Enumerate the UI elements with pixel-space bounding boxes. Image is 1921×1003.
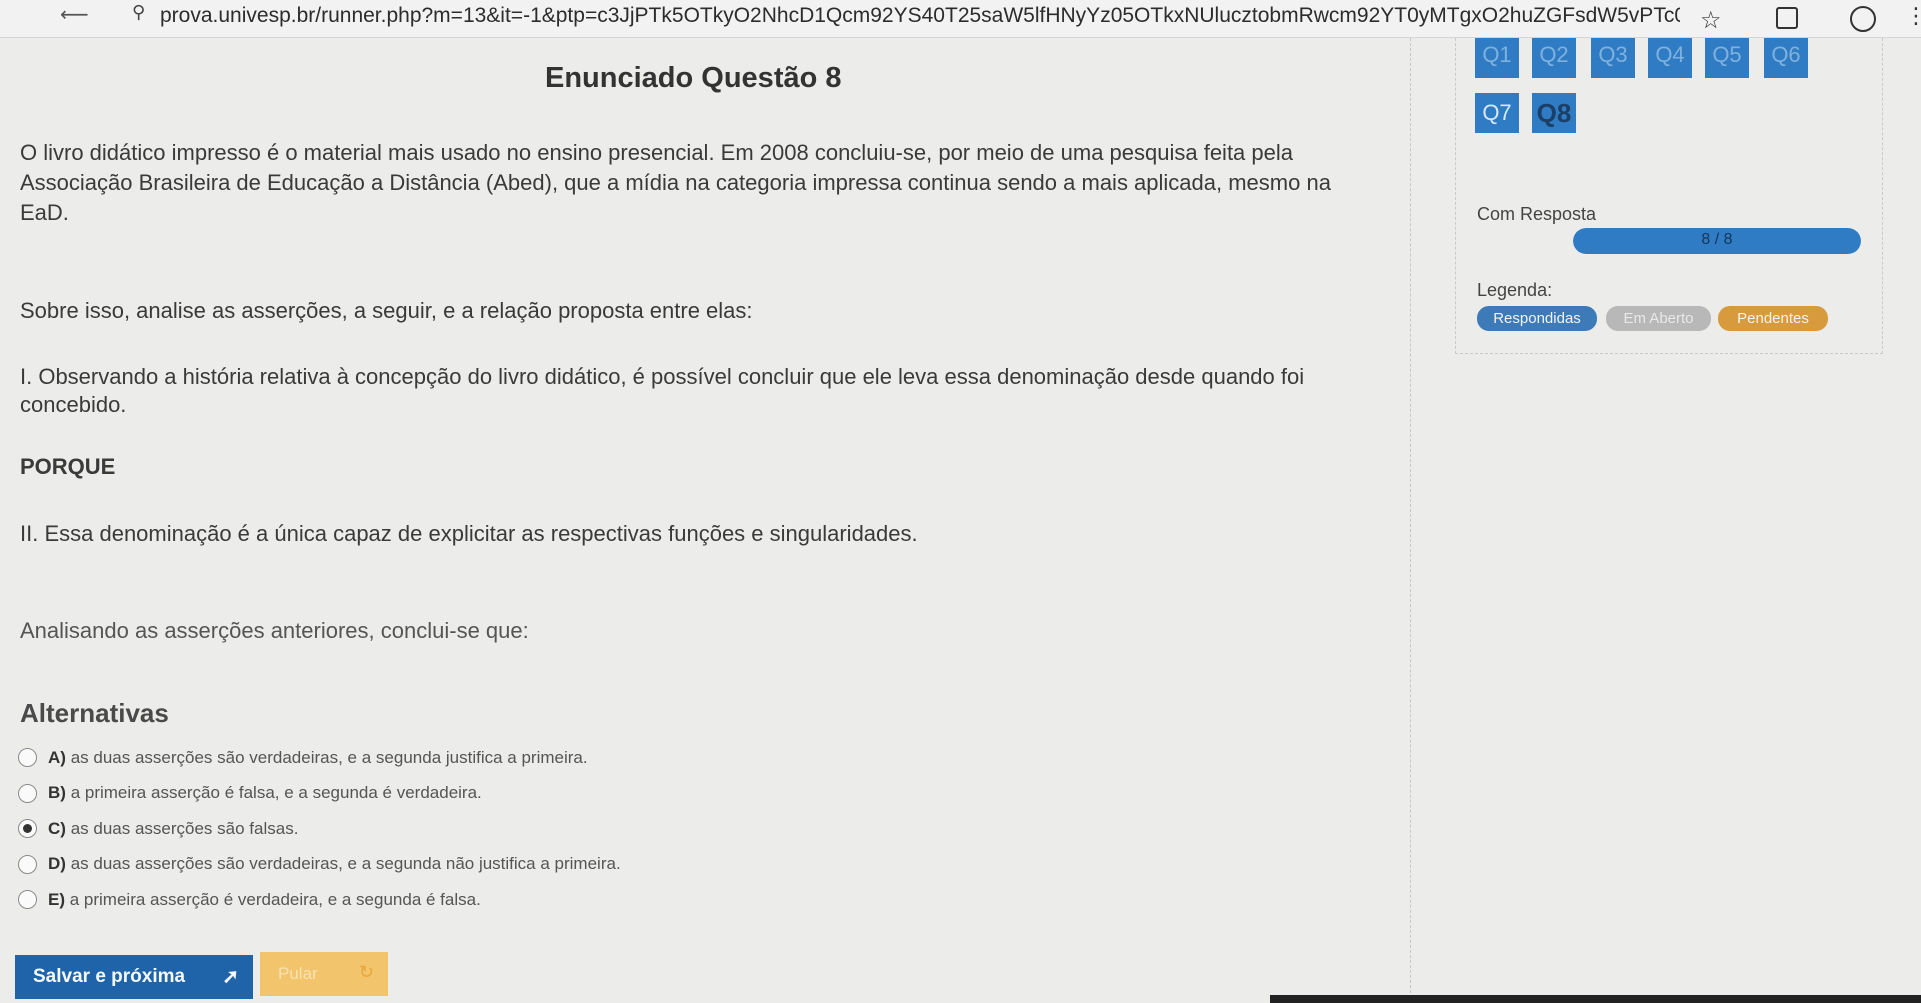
- nav-q6[interactable]: Q6: [1764, 38, 1808, 78]
- alternative-letter: A): [48, 747, 66, 767]
- legend-open-badge: Em Aberto: [1606, 306, 1711, 331]
- alternative-text: as duas asserções são falsas.: [70, 818, 299, 838]
- nav-q8-current[interactable]: Q8: [1532, 93, 1576, 133]
- alternative-c[interactable]: C) as duas asserções são falsas.: [18, 811, 621, 847]
- alternative-letter: D): [48, 854, 66, 874]
- nav-q5[interactable]: Q5: [1705, 38, 1749, 78]
- answered-progress-bar: 8 / 8: [1573, 228, 1861, 254]
- question-nav-panel: Q1 Q2 Q3 Q4 Q5 Q6 Q7 Q8 Com Resposta 8 /…: [1455, 38, 1883, 354]
- save-next-button[interactable]: Salvar e próxima ➚: [15, 955, 253, 999]
- nav-q1[interactable]: Q1: [1475, 38, 1519, 78]
- assertion-two: II. Essa denominação é a única capaz de …: [20, 521, 918, 546]
- legend-pending-badge: Pendentes: [1718, 306, 1828, 331]
- nav-q3[interactable]: Q3: [1591, 38, 1635, 78]
- answered-label: Com Resposta: [1477, 204, 1597, 224]
- alternatives-list: A) as duas asserções são verdadeiras, e …: [18, 740, 621, 918]
- nav-q2[interactable]: Q2: [1532, 38, 1576, 78]
- radio-a[interactable]: [18, 748, 37, 768]
- radio-d[interactable]: [18, 854, 37, 874]
- browser-menu-icon[interactable]: ⋮: [1905, 4, 1921, 29]
- question-title: Enunciado Questão 8: [545, 62, 842, 94]
- legend-label: Legenda:: [1477, 280, 1553, 300]
- alternative-letter: C): [48, 818, 66, 838]
- alternative-b[interactable]: B) a primeira asserção é falsa, e a segu…: [18, 776, 621, 812]
- question-paragraph-instruction: Sobre isso, analise as asserções, a segu…: [20, 298, 753, 323]
- alternative-e[interactable]: E) a primeira asserção é verdadeira, e a…: [18, 882, 621, 918]
- progress-text: 8 / 8: [1701, 231, 1733, 248]
- save-next-label: Salvar e próxima: [33, 966, 186, 987]
- radio-c[interactable]: [18, 819, 37, 839]
- alternative-letter: E): [48, 889, 65, 909]
- question-paragraph-context: O livro didático impresso é o material m…: [20, 140, 1331, 225]
- alternative-text: a primeira asserção é verdadeira, e a se…: [69, 889, 481, 909]
- question-prompt: Analisando as asserções anteriores, conc…: [20, 618, 529, 643]
- extensions-icon[interactable]: [1776, 7, 1798, 29]
- radio-b[interactable]: [18, 783, 37, 803]
- back-icon[interactable]: ⟵: [60, 2, 89, 26]
- alternative-a[interactable]: A) as duas asserções são verdadeiras, e …: [18, 740, 621, 776]
- site-info-icon[interactable]: ⚲: [132, 2, 145, 23]
- skip-label: Pular: [278, 964, 318, 983]
- nav-q4[interactable]: Q4: [1648, 38, 1692, 78]
- browser-toolbar: ⟵ ⚲ prova.univesp.br/runner.php?m=13&it=…: [0, 0, 1921, 38]
- alternative-text: a primeira asserção é falsa, e a segunda…: [70, 783, 482, 803]
- question-content: Enunciado Questão 8 O livro didático imp…: [0, 38, 1410, 1003]
- address-bar[interactable]: prova.univesp.br/runner.php?m=13&it=-1&p…: [160, 4, 1680, 28]
- assertion-one: I. Observando a história relativa à conc…: [20, 364, 1305, 417]
- alternative-d[interactable]: D) as duas asserções são verdadeiras, e …: [18, 847, 621, 883]
- nav-q7[interactable]: Q7: [1475, 93, 1519, 133]
- arrow-right-icon: ➚: [222, 966, 239, 988]
- alternative-letter: B): [48, 783, 66, 803]
- bookmark-star-icon[interactable]: ☆: [1700, 6, 1722, 34]
- content-divider: [1410, 38, 1411, 1003]
- radio-e[interactable]: [18, 890, 37, 910]
- skip-button[interactable]: Pular ↻: [260, 952, 388, 996]
- redo-icon: ↻: [358, 962, 374, 982]
- profile-icon[interactable]: [1850, 6, 1876, 32]
- connector-porque: PORQUE: [20, 454, 116, 479]
- taskbar-edge: [1270, 995, 1921, 1003]
- alternative-text: as duas asserções são verdadeiras, e a s…: [70, 747, 588, 767]
- legend-answered-badge: Respondidas: [1477, 306, 1597, 331]
- alternatives-title: Alternativas: [20, 698, 169, 728]
- alternative-text: as duas asserções são verdadeiras, e a s…: [70, 854, 621, 874]
